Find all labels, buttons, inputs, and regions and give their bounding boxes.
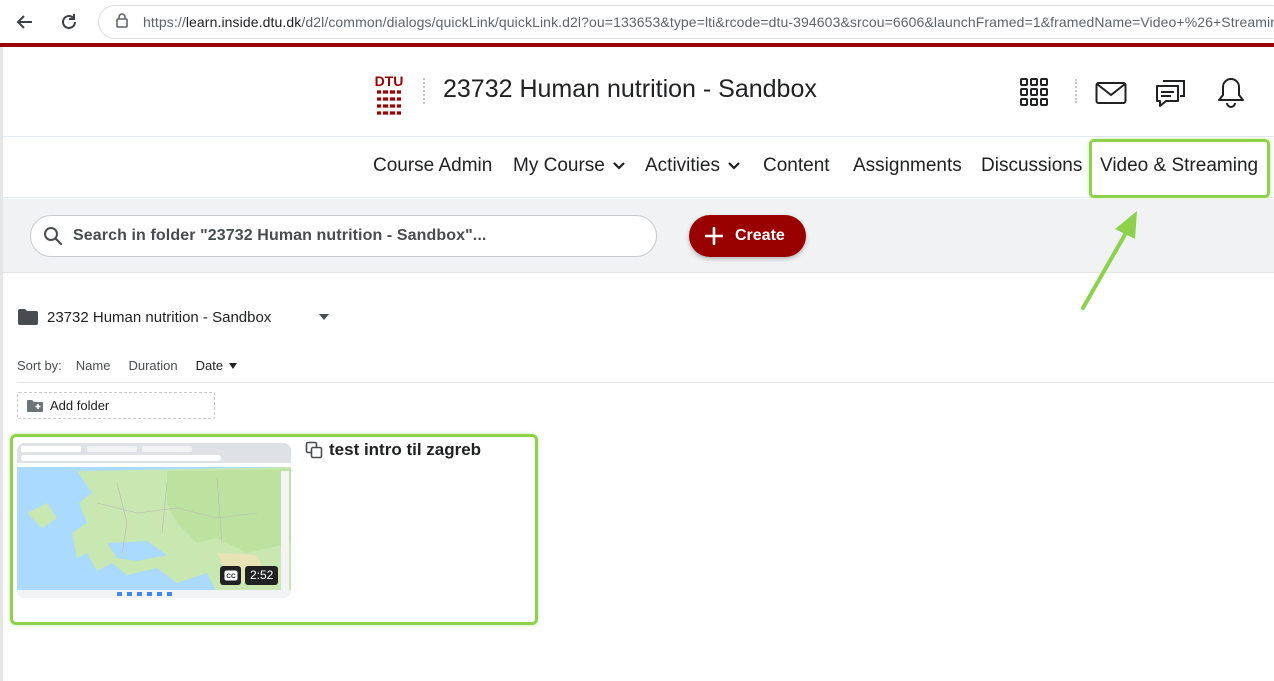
nav-item-activities[interactable]: Activities: [645, 155, 740, 177]
header-icons-divider: [1075, 79, 1077, 103]
divider: [17, 382, 1274, 383]
highlight-box-nav: [1089, 139, 1270, 198]
folder-breadcrumb[interactable]: 23732 Human nutrition - Sandbox: [17, 304, 271, 330]
reload-icon[interactable]: [54, 8, 84, 36]
closed-captions-icon: CC: [220, 566, 241, 585]
sort-label: Sort by:: [17, 358, 62, 373]
dtu-logo[interactable]: DTU: [373, 72, 405, 116]
search-placeholder: Search in folder "23732 Human nutrition …: [73, 227, 487, 244]
lock-icon: [115, 12, 129, 33]
sort-option-name[interactable]: Name: [76, 358, 111, 373]
search-icon: [44, 227, 63, 246]
back-arrow-icon[interactable]: [10, 8, 40, 36]
chevron-down-icon: [728, 162, 740, 170]
nav-item-discussions[interactable]: Discussions: [981, 155, 1082, 177]
address-bar[interactable]: https://learn.inside.dtu.dk/d2l/common/d…: [98, 5, 1274, 39]
add-folder-icon: [27, 399, 43, 412]
svg-text:CC: CC: [226, 573, 236, 580]
nav-item-assignments[interactable]: Assignments: [853, 155, 962, 177]
folder-icon: [18, 309, 38, 325]
sort-descending-icon: [229, 362, 238, 369]
course-header: DTU 23732 Human nutrition - Sandbox: [3, 47, 1274, 137]
annotation-arrow: [1081, 211, 1137, 310]
create-button[interactable]: Create: [689, 215, 806, 257]
folder-name: 23732 Human nutrition - Sandbox: [47, 308, 272, 326]
chat-bubbles-icon[interactable]: [1153, 75, 1189, 111]
search-input[interactable]: Search in folder "23732 Human nutrition …: [30, 215, 657, 257]
svg-text:DTU: DTU: [375, 73, 404, 89]
sort-bar: Sort by: Name Duration Date: [17, 358, 238, 373]
course-title[interactable]: 23732 Human nutrition - Sandbox: [443, 75, 817, 104]
video-duration-badge: 2:52: [245, 566, 279, 585]
video-copy-icon: [305, 441, 323, 459]
sort-option-duration[interactable]: Duration: [128, 358, 177, 373]
url-text: https://learn.inside.dtu.dk/d2l/common/d…: [143, 14, 1274, 30]
bell-icon[interactable]: [1213, 74, 1249, 110]
mail-icon[interactable]: [1093, 75, 1129, 111]
chevron-down-icon: [613, 162, 625, 170]
header-divider: [423, 78, 425, 104]
caret-down-icon[interactable]: [317, 310, 331, 322]
video-title-link[interactable]: test intro til zagreb: [305, 440, 481, 460]
browser-toolbar: https://learn.inside.dtu.dk/d2l/common/d…: [0, 0, 1274, 44]
course-navbar: Course Admin My Course Activities Conten…: [3, 138, 1274, 198]
nav-item-course-admin[interactable]: Course Admin: [373, 155, 492, 177]
add-folder-button[interactable]: Add folder: [17, 392, 215, 419]
sort-option-date[interactable]: Date: [196, 358, 238, 373]
course-selector-grid-icon[interactable]: [1016, 74, 1052, 110]
nav-item-content[interactable]: Content: [763, 155, 830, 177]
plus-icon: [705, 227, 723, 245]
nav-item-my-course[interactable]: My Course: [513, 155, 625, 177]
